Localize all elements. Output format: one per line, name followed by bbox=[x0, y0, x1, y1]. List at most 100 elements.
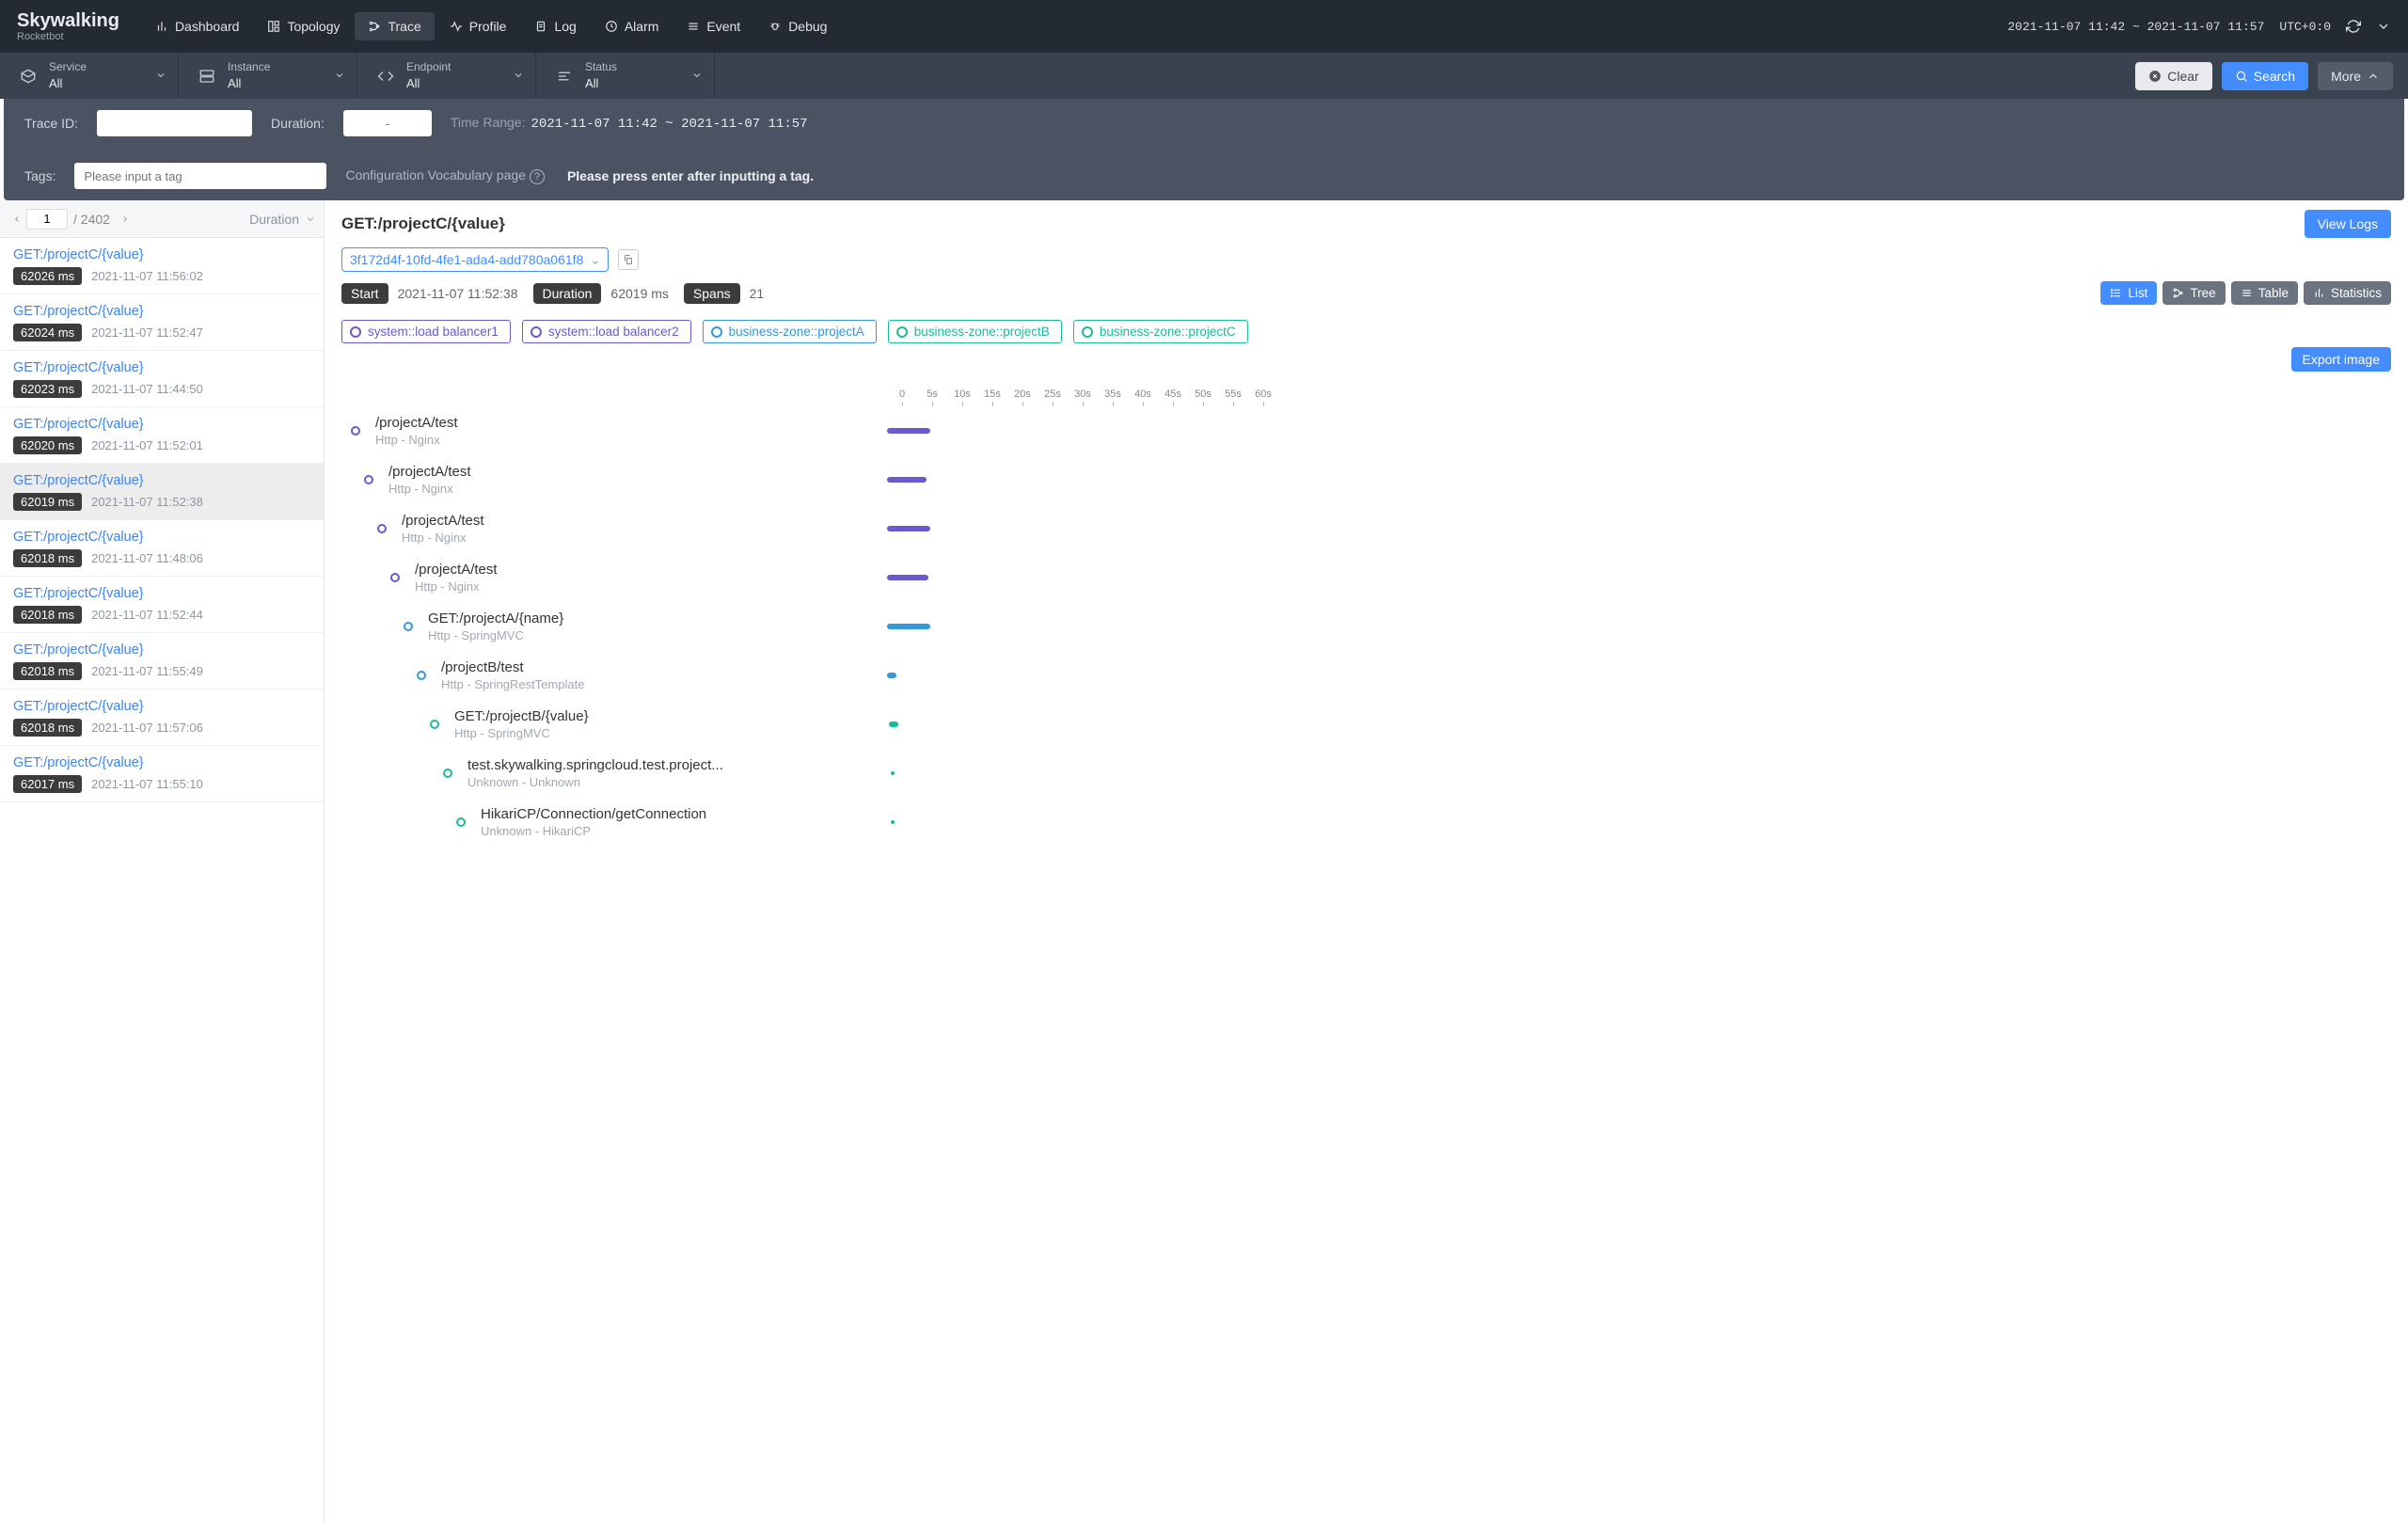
nav-log[interactable]: Log bbox=[521, 12, 589, 40]
trace-item[interactable]: GET:/projectC/{value}62024 ms2021-11-07 … bbox=[0, 294, 324, 351]
span-row[interactable]: /projectA/testHttp - Nginx bbox=[341, 455, 2391, 504]
view-tab-table[interactable]: Table bbox=[2231, 281, 2298, 305]
legend-dot bbox=[711, 326, 722, 338]
pager-page-input[interactable] bbox=[26, 209, 68, 230]
trace-item-time: 2021-11-07 11:57:06 bbox=[91, 721, 203, 735]
span-row[interactable]: /projectA/testHttp - Nginx bbox=[341, 406, 2391, 455]
span-row[interactable]: HikariCP/Connection/getConnectionUnknown… bbox=[341, 798, 2391, 847]
clear-button[interactable]: Clear bbox=[2135, 62, 2211, 90]
legend-item[interactable]: system::load balancer2 bbox=[522, 320, 691, 343]
nav-dashboard[interactable]: Dashboard bbox=[142, 12, 253, 40]
span-dot bbox=[390, 573, 400, 582]
bug-icon bbox=[768, 20, 782, 33]
pager-prev[interactable] bbox=[8, 210, 26, 229]
chevron-down-icon bbox=[334, 69, 345, 84]
span-row[interactable]: GET:/projectA/{name}Http - SpringMVC bbox=[341, 602, 2391, 651]
span-component: Http - SpringMVC bbox=[454, 726, 589, 740]
view-tab-list[interactable]: List bbox=[2100, 281, 2157, 305]
trace-item-time: 2021-11-07 11:52:44 bbox=[91, 608, 203, 622]
pager-sort[interactable]: Duration bbox=[249, 212, 316, 227]
trace-list[interactable]: GET:/projectC/{value}62026 ms2021-11-07 … bbox=[0, 238, 324, 1522]
filter-instance[interactable]: InstanceAll bbox=[179, 53, 357, 99]
duration-value: 62019 ms bbox=[610, 286, 668, 301]
span-dot bbox=[417, 671, 426, 680]
legend-item[interactable]: business-zone::projectC bbox=[1073, 320, 1248, 343]
legend-item[interactable]: system::load balancer1 bbox=[341, 320, 511, 343]
span-row[interactable]: /projectA/testHttp - Nginx bbox=[341, 553, 2391, 602]
legend-item[interactable]: business-zone::projectA bbox=[703, 320, 877, 343]
trace-item-time: 2021-11-07 11:52:01 bbox=[91, 438, 203, 452]
span-row[interactable]: /projectB/testHttp - SpringRestTemplate bbox=[341, 651, 2391, 700]
trace-item-title: GET:/projectC/{value} bbox=[13, 473, 310, 488]
legend-item[interactable]: business-zone::projectB bbox=[888, 320, 1062, 343]
filter-service[interactable]: ServiceAll bbox=[0, 53, 179, 99]
trace-item-duration: 62019 ms bbox=[13, 493, 82, 511]
trace-id-select[interactable]: 3f172d4f-10fd-4fe1-ada4-add780a061f8 bbox=[341, 247, 609, 272]
span-row[interactable]: /projectA/testHttp - Nginx bbox=[341, 504, 2391, 553]
trace-item-duration: 62018 ms bbox=[13, 606, 82, 624]
trace-item-time: 2021-11-07 11:55:10 bbox=[91, 777, 203, 791]
trace-item[interactable]: GET:/projectC/{value}62017 ms2021-11-07 … bbox=[0, 746, 324, 802]
trace-item-duration: 62023 ms bbox=[13, 380, 82, 398]
span-bar bbox=[887, 526, 930, 531]
trace-item-title: GET:/projectC/{value} bbox=[13, 530, 310, 545]
trace-item[interactable]: GET:/projectC/{value}62019 ms2021-11-07 … bbox=[0, 464, 324, 520]
tags-label: Tags: bbox=[24, 168, 55, 183]
trace-item-time: 2021-11-07 11:56:02 bbox=[91, 269, 203, 283]
nav-alarm[interactable]: Alarm bbox=[592, 12, 673, 40]
pager-total: / 2402 bbox=[73, 212, 110, 227]
more-button[interactable]: More bbox=[2318, 62, 2393, 90]
main-area: / 2402 Duration GET:/projectC/{value}620… bbox=[0, 200, 2408, 1522]
span-bar bbox=[887, 624, 930, 629]
trace-item[interactable]: GET:/projectC/{value}62023 ms2021-11-07 … bbox=[0, 351, 324, 407]
legend-dot bbox=[531, 326, 542, 338]
time-range-display[interactable]: 2021-11-07 11:42 ~ 2021-11-07 11:57 bbox=[2007, 20, 2264, 34]
span-row[interactable]: test.skywalking.springcloud.test.project… bbox=[341, 749, 2391, 798]
trace-item-title: GET:/projectC/{value} bbox=[13, 247, 310, 262]
tags-input[interactable] bbox=[74, 163, 326, 189]
legend-dot bbox=[896, 326, 908, 338]
span-row[interactable]: GET:/projectB/{value}Http - SpringMVC bbox=[341, 700, 2391, 749]
view-tab-statistics[interactable]: Statistics bbox=[2304, 281, 2391, 305]
trace-item[interactable]: GET:/projectC/{value}62018 ms2021-11-07 … bbox=[0, 690, 324, 746]
view-logs-button[interactable]: View Logs bbox=[2305, 210, 2391, 238]
span-component: Http - SpringMVC bbox=[428, 628, 563, 642]
span-dot bbox=[351, 426, 360, 436]
duration-input[interactable] bbox=[343, 110, 432, 136]
box-icon bbox=[19, 67, 38, 86]
nav-trace[interactable]: Trace bbox=[355, 12, 434, 40]
expand-icon[interactable] bbox=[2376, 19, 2391, 34]
chevron-down-icon bbox=[591, 255, 600, 264]
filter-endpoint[interactable]: EndpointAll bbox=[357, 53, 536, 99]
nav-debug[interactable]: Debug bbox=[755, 12, 840, 40]
help-icon[interactable]: ? bbox=[530, 169, 545, 184]
trace-item[interactable]: GET:/projectC/{value}62018 ms2021-11-07 … bbox=[0, 633, 324, 690]
time-range: Time Range:2021-11-07 11:42 ~ 2021-11-07… bbox=[451, 115, 808, 132]
view-tab-tree[interactable]: Tree bbox=[2162, 281, 2225, 305]
export-image-button[interactable]: Export image bbox=[2291, 347, 2391, 372]
trace-item[interactable]: GET:/projectC/{value}62026 ms2021-11-07 … bbox=[0, 238, 324, 294]
search-button[interactable]: Search bbox=[2222, 62, 2308, 90]
trace-filter: Trace ID: Duration: Time Range:2021-11-0… bbox=[4, 99, 2404, 200]
span-component: Unknown - HikariCP bbox=[481, 824, 706, 838]
refresh-icon[interactable] bbox=[2346, 19, 2361, 34]
trace-id-input[interactable] bbox=[97, 110, 252, 136]
trace-item[interactable]: GET:/projectC/{value}62020 ms2021-11-07 … bbox=[0, 407, 324, 464]
span-name: /projectA/test bbox=[388, 464, 471, 480]
nav-profile[interactable]: Profile bbox=[436, 12, 520, 40]
trace-item-duration: 62024 ms bbox=[13, 324, 82, 341]
trace-item-duration: 62018 ms bbox=[13, 719, 82, 737]
start-value: 2021-11-07 11:52:38 bbox=[398, 286, 518, 301]
trace-item-title: GET:/projectC/{value} bbox=[13, 417, 310, 432]
span-bar bbox=[887, 428, 930, 434]
span-component: Http - Nginx bbox=[375, 433, 458, 447]
trace-item[interactable]: GET:/projectC/{value}62018 ms2021-11-07 … bbox=[0, 520, 324, 577]
pager-next[interactable] bbox=[116, 210, 135, 229]
utc-label[interactable]: UTC+0:0 bbox=[2279, 20, 2331, 34]
filter-status[interactable]: StatusAll bbox=[536, 53, 715, 99]
trace-item[interactable]: GET:/projectC/{value}62018 ms2021-11-07 … bbox=[0, 577, 324, 633]
conf-vocab-link[interactable]: Configuration Vocabulary page? bbox=[345, 167, 544, 184]
nav-topology[interactable]: Topology bbox=[254, 12, 353, 40]
copy-icon[interactable] bbox=[618, 249, 639, 270]
nav-event[interactable]: Event bbox=[673, 12, 753, 40]
